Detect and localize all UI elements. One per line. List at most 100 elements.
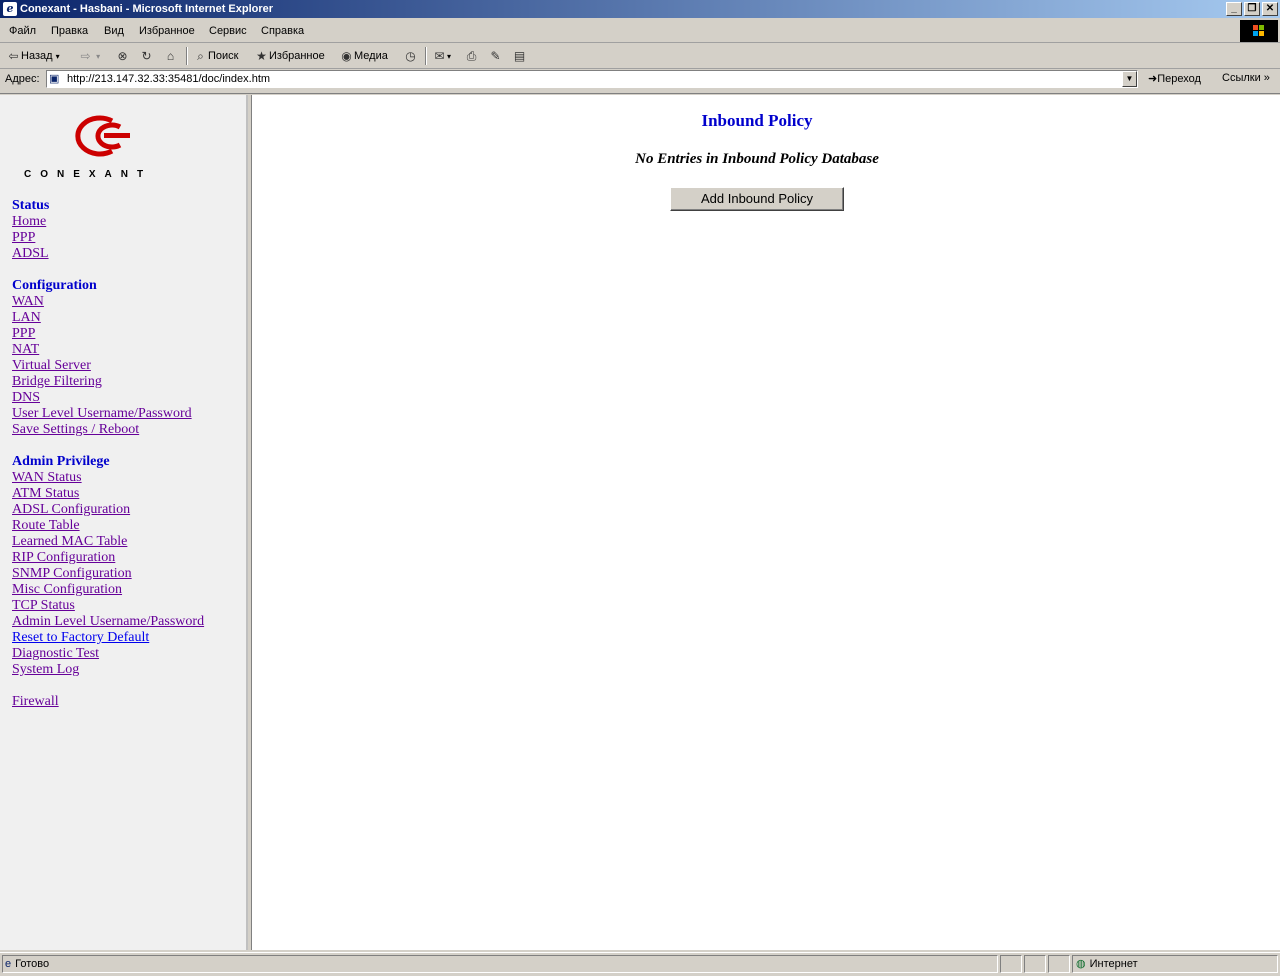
empty-state-message: No Entries in Inbound Policy Database — [635, 151, 879, 167]
address-dropdown-icon[interactable]: ▼ — [1122, 71, 1137, 87]
menu-edit[interactable]: Правка — [51, 25, 88, 37]
edit-icon: ✎ — [490, 48, 501, 63]
window-title-bar: e Conexant - Hasbani - Microsoft Interne… — [0, 0, 1280, 18]
zone-text: Интернет — [1089, 958, 1138, 970]
nav-link-virtual-server[interactable]: Virtual Server — [12, 358, 192, 374]
address-bar: Адрес: ▣ http://213.147.32.33:35481/doc/… — [0, 69, 1280, 91]
nav-heading-admin: Admin Privilege — [12, 454, 110, 469]
nav-link-wan[interactable]: WAN — [12, 294, 192, 310]
restore-icon[interactable]: ❐ — [1244, 2, 1260, 16]
nav-link-ppp-status[interactable]: PPP — [12, 230, 49, 246]
globe-icon: ◍ — [1076, 958, 1086, 970]
favorites-button[interactable]: ★ Избранное — [254, 47, 325, 65]
media-icon: ◉ — [341, 48, 352, 63]
page-title: Inbound Policy — [701, 111, 813, 130]
nav-link-save-reboot[interactable]: Save Settings / Reboot — [12, 422, 192, 438]
add-inbound-policy-button[interactable]: Add Inbound Policy — [670, 187, 844, 211]
favorites-icon: ★ — [256, 48, 267, 63]
discuss-icon: ▤ — [513, 48, 526, 63]
menu-file[interactable]: Файл — [9, 25, 36, 37]
nav-link-admin-password[interactable]: Admin Level Username/Password — [12, 614, 204, 630]
discuss-button[interactable]: ▤ — [512, 47, 527, 65]
nav-link-diagnostic-test[interactable]: Diagnostic Test — [12, 646, 204, 662]
print-button[interactable]: ⎙ — [464, 47, 479, 65]
menu-bar: Файл Правка Вид Избранное Сервис Справка — [0, 20, 1280, 43]
nav-link-rip-configuration[interactable]: RIP Configuration — [12, 550, 204, 566]
menu-favorites[interactable]: Избранное — [139, 25, 195, 37]
ie-status-icon: e — [5, 958, 12, 970]
refresh-button[interactable]: ↻ — [139, 47, 154, 65]
page-icon: ▣ — [49, 73, 60, 85]
nav-link-wan-status[interactable]: WAN Status — [12, 470, 204, 486]
home-button[interactable]: ⌂ — [163, 47, 178, 65]
zone-cell: ◍ Интернет — [1072, 955, 1278, 973]
toolbar: ⇦ Назад ▾ ⇨ ▾ ⊗ ↻ ⌂ ⌕ Поиск ★ Избранное ◉ Ме… — [0, 44, 1280, 69]
address-input[interactable]: ▣ http://213.147.32.33:35481/doc/index.h… — [46, 70, 1138, 88]
nav-link-snmp-configuration[interactable]: SNMP Configuration — [12, 566, 204, 582]
toolbar-separator — [186, 47, 188, 65]
nav-link-nat[interactable]: NAT — [12, 342, 192, 358]
menu-help[interactable]: Справка — [261, 25, 304, 37]
nav-link-user-password[interactable]: User Level Username/Password — [12, 406, 192, 422]
refresh-icon: ↻ — [141, 48, 152, 63]
address-url: http://213.147.32.33:35481/doc/index.htm — [67, 73, 271, 85]
history-button[interactable]: ◷ — [403, 47, 418, 65]
nav-configuration-section: Configuration WAN LAN PPP NAT Virtual Se… — [12, 278, 192, 438]
status-text-cell: e Готово — [2, 955, 998, 973]
close-icon[interactable]: ✕ — [1262, 2, 1278, 16]
nav-link-misc-configuration[interactable]: Misc Configuration — [12, 582, 204, 598]
stop-icon: ⊗ — [117, 48, 128, 63]
forward-button[interactable]: ⇨ ▾ — [78, 47, 100, 65]
nav-link-tcp-status[interactable]: TCP Status — [12, 598, 204, 614]
conexant-logo-icon — [75, 115, 130, 157]
nav-link-firewall[interactable]: Firewall — [12, 694, 59, 710]
windows-logo — [1240, 20, 1278, 42]
nav-link-dns[interactable]: DNS — [12, 390, 192, 406]
edit-button[interactable]: ✎ — [488, 47, 503, 65]
mail-button[interactable]: ✉ ▾ — [432, 47, 451, 65]
nav-link-adsl-status[interactable]: ADSL — [12, 246, 49, 262]
windows-flag-icon — [1253, 25, 1265, 37]
stop-button[interactable]: ⊗ — [115, 47, 130, 65]
content-area: CONEXANT Status Home PPP ADSL Configurat… — [0, 93, 1280, 950]
status-cell — [1000, 955, 1022, 973]
nav-link-system-log[interactable]: System Log — [12, 662, 204, 678]
nav-link-ppp[interactable]: PPP — [12, 326, 192, 342]
nav-admin-section: Admin Privilege WAN Status ATM Status AD… — [12, 454, 204, 678]
nav-link-learned-mac-table[interactable]: Learned MAC Table — [12, 534, 204, 550]
toolbar-separator — [425, 47, 427, 65]
home-icon: ⌂ — [166, 48, 175, 63]
nav-link-home[interactable]: Home — [12, 214, 49, 230]
nav-link-route-table[interactable]: Route Table — [12, 518, 204, 534]
nav-link-lan[interactable]: LAN — [12, 310, 192, 326]
search-button[interactable]: ⌕ Поиск — [193, 47, 238, 65]
go-button[interactable]: ➜Переход — [1148, 72, 1201, 85]
links-button[interactable]: Ссылки » — [1222, 72, 1270, 84]
nav-status-section: Status Home PPP ADSL — [12, 198, 49, 262]
nav-link-bridge-filtering[interactable]: Bridge Filtering — [12, 374, 192, 390]
menu-view[interactable]: Вид — [104, 25, 124, 37]
nav-heading-status: Status — [12, 198, 50, 213]
back-arrow-icon: ⇦ — [8, 48, 19, 63]
history-icon: ◷ — [405, 48, 416, 63]
nav-heading-configuration: Configuration — [12, 278, 97, 293]
search-icon: ⌕ — [197, 48, 204, 63]
media-button[interactable]: ◉ Медиа — [339, 47, 388, 65]
forward-arrow-icon: ⇨ — [80, 48, 91, 63]
nav-link-atm-status[interactable]: ATM Status — [12, 486, 204, 502]
window-title: Conexant - Hasbani - Microsoft Internet … — [20, 3, 274, 15]
nav-link-reset-factory[interactable]: Reset to Factory Default — [12, 630, 204, 646]
nav-link-adsl-configuration[interactable]: ADSL Configuration — [12, 502, 204, 518]
address-label: Адрес: — [5, 73, 40, 85]
status-cell — [1048, 955, 1070, 973]
go-arrow-icon: ➜ — [1148, 73, 1158, 85]
sidebar-frame: CONEXANT Status Home PPP ADSL Configurat… — [0, 95, 248, 950]
print-icon: ⎙ — [466, 48, 477, 63]
chevron-right-icon: » — [1263, 72, 1270, 84]
conexant-logo: CONEXANT — [20, 111, 190, 181]
main-frame: Inbound Policy No Entries in Inbound Pol… — [251, 95, 1280, 950]
status-cell — [1024, 955, 1046, 973]
minimize-icon[interactable]: _ — [1226, 2, 1242, 16]
back-button[interactable]: ⇦ Назад ▾ — [6, 47, 59, 65]
menu-tools[interactable]: Сервис — [209, 25, 247, 37]
